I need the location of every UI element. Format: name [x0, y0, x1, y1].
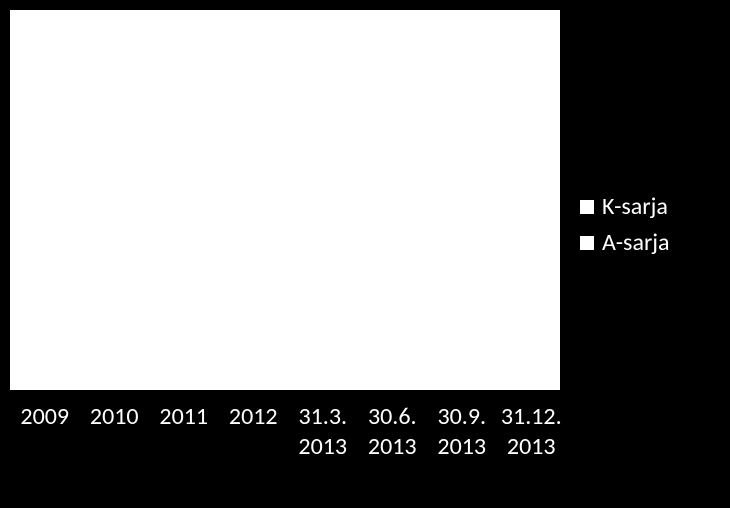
plot-area [10, 10, 560, 390]
legend-item-a-sarja: A-sarja [580, 231, 670, 255]
x-tick: 2009 [10, 402, 80, 462]
chart-frame: K-sarja A-sarja 2009 2010 2011 2012 31.3… [0, 0, 730, 508]
x-tick: 2010 [80, 402, 150, 462]
square-icon [580, 200, 594, 214]
legend: K-sarja A-sarja [580, 195, 670, 255]
square-icon [580, 236, 594, 250]
legend-label: K-sarja [602, 195, 668, 219]
legend-label: A-sarja [602, 231, 670, 255]
x-tick: 2011 [149, 402, 219, 462]
x-tick: 30.6. 2013 [358, 402, 428, 462]
x-tick: 31.12. 2013 [497, 402, 567, 462]
x-tick: 30.9. 2013 [427, 402, 497, 462]
x-tick: 2012 [219, 402, 289, 462]
legend-item-k-sarja: K-sarja [580, 195, 670, 219]
x-axis: 2009 2010 2011 2012 31.3. 2013 30.6. 201… [10, 402, 566, 462]
x-tick: 31.3. 2013 [288, 402, 358, 462]
